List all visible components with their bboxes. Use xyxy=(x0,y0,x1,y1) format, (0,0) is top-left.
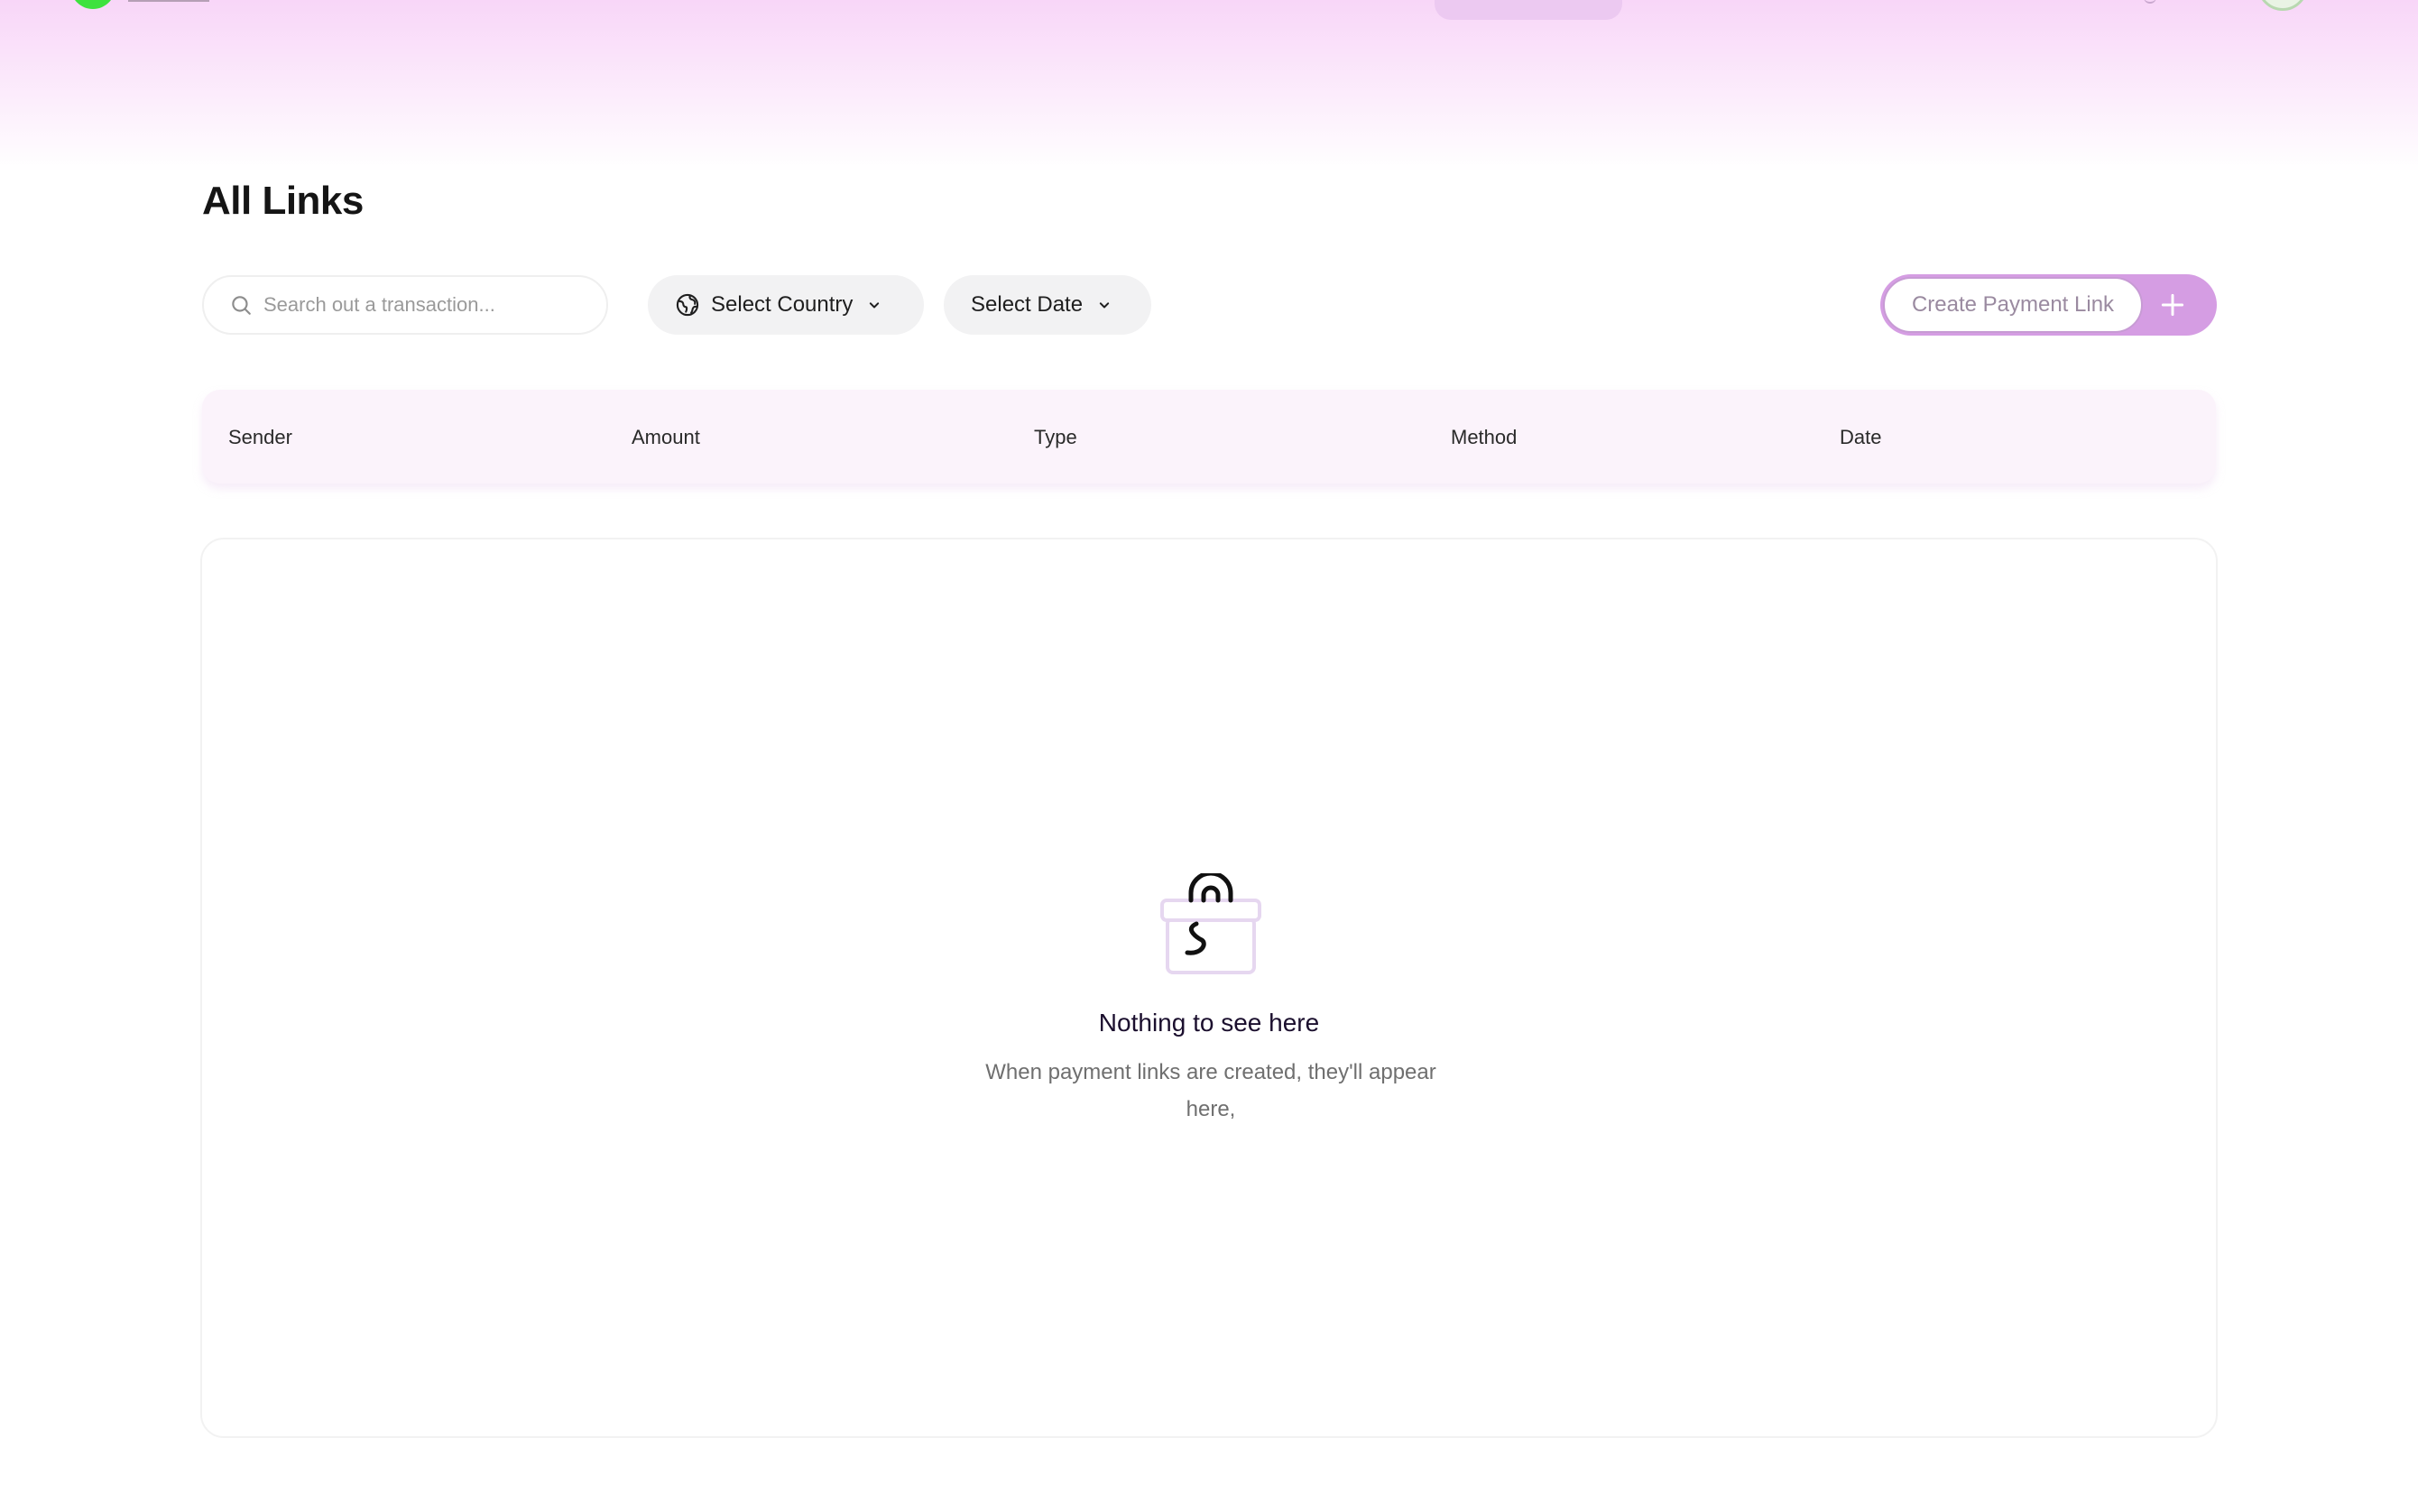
payment-link-box-icon xyxy=(1160,873,1261,974)
select-country-dropdown[interactable]: Select Country xyxy=(648,275,924,335)
column-header-method[interactable]: Method xyxy=(1451,426,1517,449)
column-header-type[interactable]: Type xyxy=(1034,426,1077,449)
plus-icon xyxy=(2161,293,2184,317)
empty-state-panel: Nothing to see here When payment links a… xyxy=(200,538,2218,1438)
search-icon xyxy=(232,296,251,315)
chevron-down-icon xyxy=(1099,302,1110,309)
nav-active-tab[interactable] xyxy=(1435,0,1622,20)
top-nav-gradient xyxy=(0,0,2418,171)
table-header: Sender Amount Type Method Date xyxy=(202,390,2216,484)
create-payment-link-button[interactable]: Create Payment Link xyxy=(1880,274,2217,336)
column-header-sender[interactable]: Sender xyxy=(228,426,292,449)
empty-state-title: Nothing to see here xyxy=(1098,1009,1320,1037)
globe-icon xyxy=(676,293,699,317)
column-header-date[interactable]: Date xyxy=(1840,426,1881,449)
chevron-down-icon xyxy=(870,302,880,309)
select-date-dropdown[interactable]: Select Date xyxy=(944,275,1151,335)
app-logo-text xyxy=(128,0,209,2)
search-input[interactable] xyxy=(263,293,606,317)
select-country-label: Select Country xyxy=(711,292,854,317)
empty-state-description: When payment links are created, they'll … xyxy=(985,1060,1436,1121)
page-title: All Links xyxy=(202,179,364,223)
column-header-amount[interactable]: Amount xyxy=(632,426,700,449)
select-date-label: Select Date xyxy=(971,292,1084,317)
search-box[interactable] xyxy=(202,275,608,335)
create-payment-link-label: Create Payment Link xyxy=(1883,277,2143,333)
